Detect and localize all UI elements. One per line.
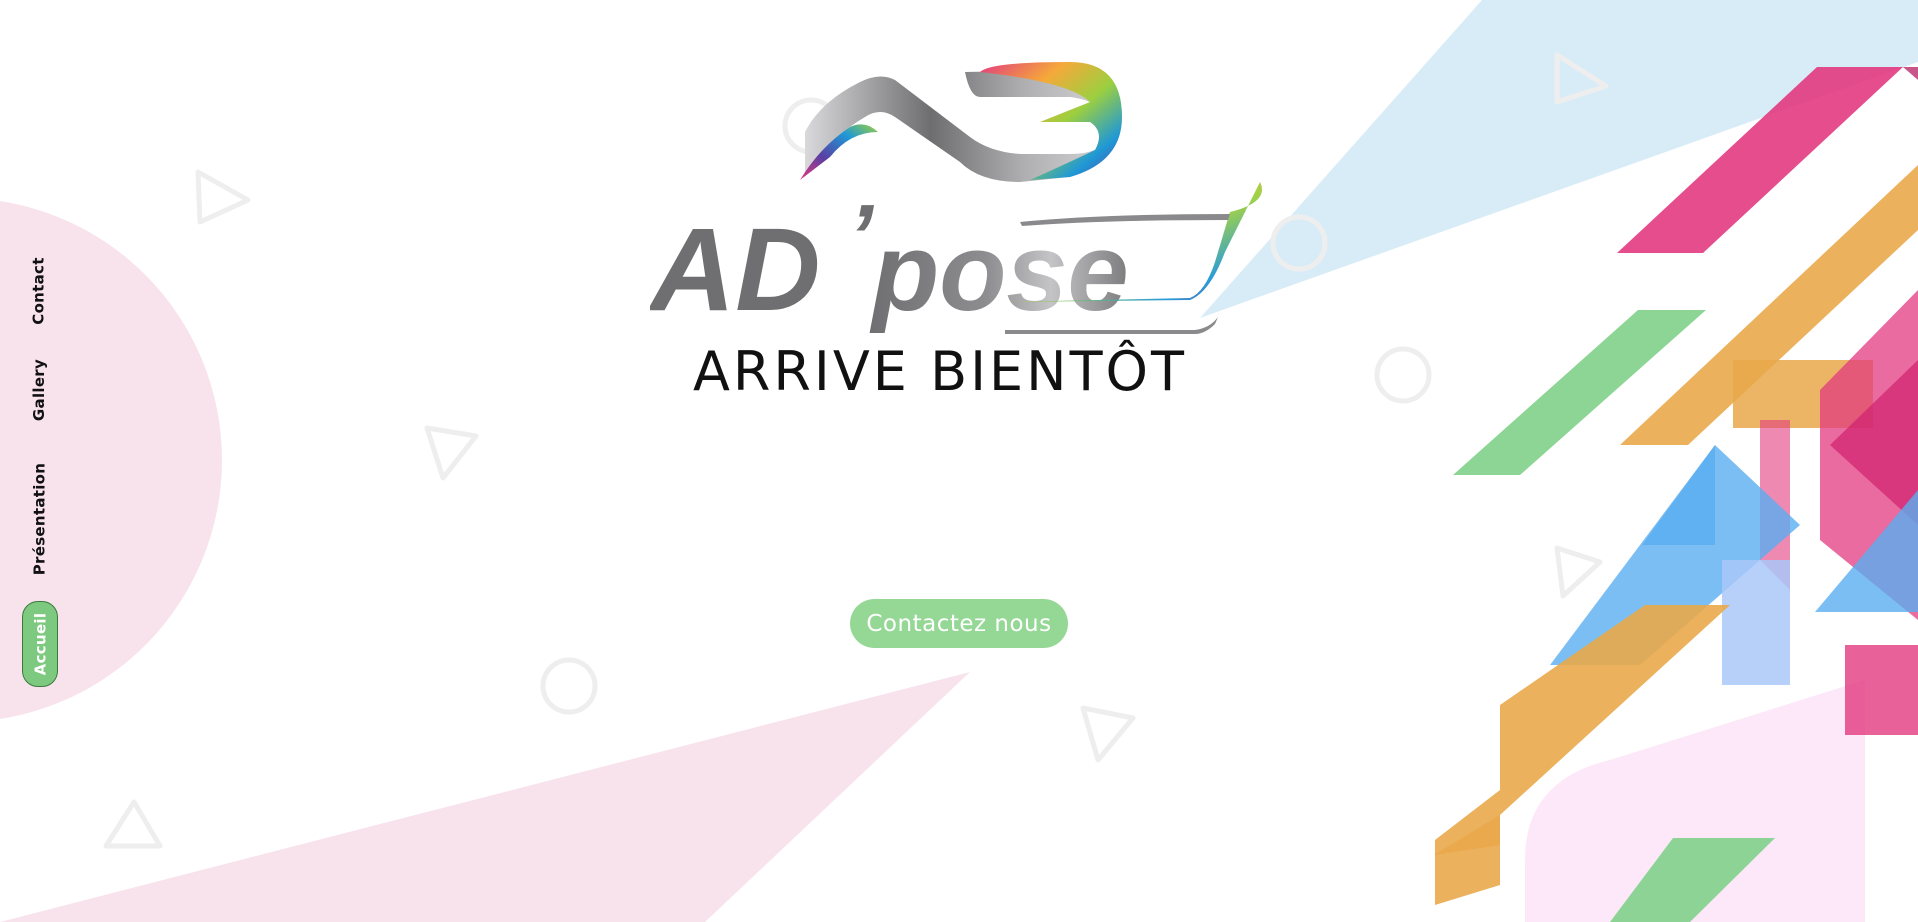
nav-item-contact[interactable]: Contact [22, 252, 56, 330]
adpose-wordmark: AD ’ pose [650, 182, 1262, 336]
landing-page: AD ’ pose ARRIVE BIENTÔT Contactez nous … [0, 0, 1918, 922]
contact-us-button[interactable]: Contactez nous [850, 599, 1068, 648]
nav-item-label: Gallery [30, 358, 49, 422]
nav-item-label: Présentation [30, 462, 49, 576]
adpose-logo: AD ’ pose [650, 62, 1262, 336]
nav-item-label: Contact [30, 257, 49, 325]
ribbon-mark-icon [800, 62, 1122, 182]
side-navigation: Contact Gallery Présentation Accueil [22, 0, 58, 922]
svg-text:’: ’ [848, 187, 875, 287]
nav-item-presentation[interactable]: Présentation [22, 456, 56, 582]
nav-item-label: Accueil [31, 612, 50, 676]
svg-text:AD: AD [650, 204, 820, 336]
svg-text:pose: pose [869, 211, 1129, 334]
nav-item-gallery[interactable]: Gallery [22, 352, 56, 428]
pink-triangle-bottom [0, 672, 970, 922]
coming-soon-headline: ARRIVE BIENTÔT [692, 340, 1188, 403]
nav-item-accueil[interactable]: Accueil [22, 601, 58, 687]
